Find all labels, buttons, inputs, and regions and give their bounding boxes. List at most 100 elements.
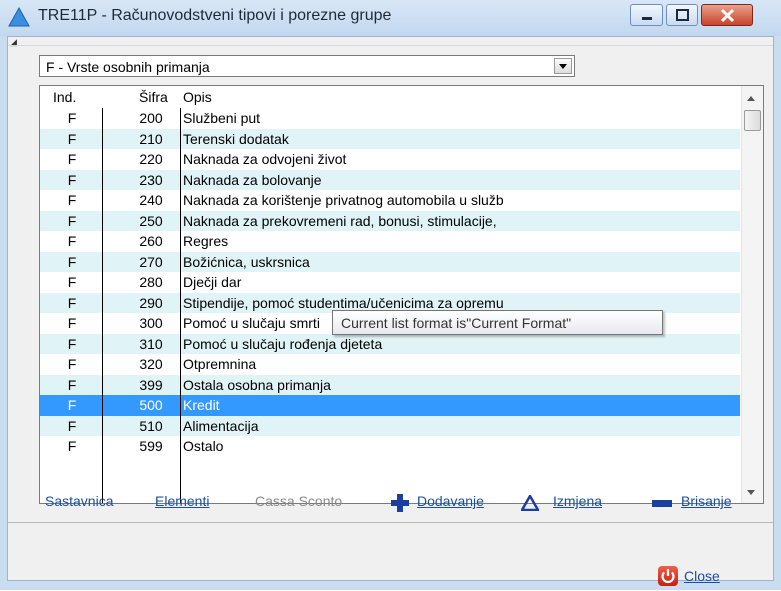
maximize-icon bbox=[676, 9, 689, 21]
cell-sifra: 320 bbox=[139, 356, 163, 372]
cell-opis: Naknada za bolovanje bbox=[183, 171, 322, 188]
scrollbar-thumb[interactable] bbox=[744, 110, 761, 131]
table-row[interactable]: F 310 Pomoć u slučaju rođenja djeteta bbox=[40, 333, 740, 354]
table-row[interactable]: F 200 Službeni put bbox=[40, 108, 740, 129]
footer-divider bbox=[7, 522, 774, 523]
cell-opis: Dječji dar bbox=[183, 274, 242, 290]
cell-opis: Ostala osobna primanja bbox=[183, 376, 331, 393]
vertical-scrollbar[interactable] bbox=[741, 86, 763, 503]
cell-opis: Alimentacija bbox=[183, 417, 259, 434]
cell-opis: Otpremnina bbox=[183, 356, 257, 372]
cell-ind: F bbox=[67, 233, 77, 249]
dropdown-button[interactable] bbox=[554, 58, 572, 74]
table-row[interactable]: F 270 Božićnica, uskrsnica bbox=[40, 251, 740, 272]
app-triangle-icon bbox=[8, 6, 30, 27]
minimize-icon bbox=[642, 17, 652, 20]
cell-opis: Božićnica, uskrsnica bbox=[183, 253, 310, 270]
records-list[interactable]: Ind. Šifra Opis F 200 Službeni put F 210 Tere… bbox=[39, 85, 764, 504]
brisanje-button[interactable]: Brisanje bbox=[681, 493, 732, 509]
cell-opis: Naknada za korištenje privatnog automobi… bbox=[183, 192, 504, 208]
table-row[interactable]: F 260 Regres bbox=[40, 231, 740, 252]
table-row[interactable]: F 240 Naknada za korištenje privatnog auto… bbox=[40, 190, 740, 211]
triangle-edit-icon[interactable] bbox=[521, 495, 539, 511]
table-row[interactable]: F 230 Naknada za bolovanje bbox=[40, 169, 740, 190]
table-row[interactable]: F 250 Naknada za prekovremeni rad, bonusi,… bbox=[40, 210, 740, 231]
filter-selected-value: F - Vrste osobnih primanja bbox=[46, 59, 210, 75]
table-row[interactable]: F 320 Otpremnina bbox=[40, 354, 740, 375]
main-window: TRE11P - Računovodstveni tipovi i porezn… bbox=[0, 0, 781, 590]
minimize-button[interactable] bbox=[630, 4, 663, 26]
elementi-button[interactable]: Elementi bbox=[155, 493, 209, 509]
column-header-ind[interactable]: Ind. bbox=[53, 89, 76, 105]
table-row[interactable]: F 280 Dječji dar bbox=[40, 272, 740, 293]
column-header-sifra[interactable]: Šifra bbox=[139, 89, 168, 105]
action-toolbar: Sastavnica Elementi Cassa Sconto Dodavan… bbox=[0, 480, 781, 520]
dodavanje-button[interactable]: Dodavanje bbox=[417, 493, 484, 509]
cell-opis: Stipendije, pomoć studentima/učenicima z… bbox=[183, 294, 504, 311]
cell-sifra: 240 bbox=[139, 192, 163, 208]
power-icon[interactable] bbox=[658, 566, 678, 586]
close-x-icon bbox=[720, 8, 735, 23]
cell-sifra: 500 bbox=[139, 397, 163, 413]
izmjena-button[interactable]: Izmjena bbox=[553, 493, 602, 509]
cell-opis: Pomoć u slučaju smrti bbox=[183, 315, 320, 331]
minus-icon[interactable] bbox=[652, 500, 672, 507]
cell-ind: F bbox=[67, 417, 77, 434]
scroll-up-icon[interactable] bbox=[747, 96, 755, 101]
table-row[interactable]: F 599 Ostalo bbox=[40, 436, 740, 457]
resize-grip-icon: ◢ bbox=[10, 37, 17, 47]
cassa-sconto-button[interactable]: Cassa Sconto bbox=[255, 493, 342, 509]
table-row[interactable]: F 510 Alimentacija bbox=[40, 415, 740, 436]
cell-ind: F bbox=[67, 438, 77, 454]
cell-ind: F bbox=[67, 130, 77, 147]
cell-sifra: 270 bbox=[139, 253, 163, 270]
cell-ind: F bbox=[67, 315, 77, 331]
cell-opis: Pomoć u slučaju rođenja djeteta bbox=[183, 335, 383, 352]
cell-ind: F bbox=[67, 335, 77, 352]
title-bar[interactable]: TRE11P - Računovodstveni tipovi i porezn… bbox=[0, 0, 781, 36]
cell-sifra: 310 bbox=[139, 335, 163, 352]
cell-opis: Naknada za odvojeni život bbox=[183, 151, 347, 167]
table-row[interactable]: F 220 Naknada za odvojeni život bbox=[40, 149, 740, 170]
cell-opis: Službeni put bbox=[183, 110, 261, 126]
maximize-button[interactable] bbox=[666, 4, 698, 26]
cell-sifra: 260 bbox=[139, 233, 163, 249]
cell-ind: F bbox=[67, 171, 77, 188]
table-row[interactable]: F 500 Kredit bbox=[40, 395, 740, 416]
cell-sifra: 290 bbox=[139, 294, 163, 311]
cell-ind: F bbox=[67, 151, 77, 167]
window-close-button[interactable] bbox=[701, 4, 753, 26]
cell-ind: F bbox=[67, 253, 77, 270]
cell-sifra: 300 bbox=[139, 315, 163, 331]
list-header: Ind. Šifra Opis bbox=[40, 86, 740, 108]
plus-icon[interactable] bbox=[391, 494, 409, 512]
cell-ind: F bbox=[67, 110, 77, 126]
column-divider bbox=[102, 108, 103, 503]
list-format-tooltip: Current list format is"Current Format" bbox=[332, 310, 663, 335]
column-divider bbox=[180, 108, 181, 503]
cell-sifra: 200 bbox=[139, 110, 163, 126]
cell-ind: F bbox=[67, 376, 77, 393]
cell-sifra: 210 bbox=[139, 130, 163, 147]
cell-ind: F bbox=[67, 212, 77, 229]
cell-sifra: 599 bbox=[139, 438, 163, 454]
power-symbol-icon bbox=[661, 569, 675, 584]
filter-dropdown[interactable]: F - Vrste osobnih primanja bbox=[39, 55, 575, 77]
sastavnica-button[interactable]: Sastavnica bbox=[45, 493, 113, 509]
tooltip-text: Current list format is"Current Format" bbox=[341, 315, 572, 331]
close-button[interactable]: Close bbox=[684, 568, 720, 584]
cell-opis: Terenski dodatak bbox=[183, 130, 289, 147]
cell-ind: F bbox=[67, 356, 77, 372]
cell-sifra: 220 bbox=[139, 151, 163, 167]
list-rows: F 200 Službeni put F 210 Terenski dodatak F 220… bbox=[40, 108, 740, 457]
top-divider bbox=[8, 45, 773, 46]
cell-sifra: 399 bbox=[139, 376, 163, 393]
table-row[interactable]: F 210 Terenski dodatak bbox=[40, 128, 740, 149]
cell-ind: F bbox=[67, 192, 77, 208]
chevron-down-icon bbox=[559, 64, 567, 69]
cell-sifra: 510 bbox=[139, 417, 163, 434]
column-header-opis[interactable]: Opis bbox=[183, 89, 212, 105]
table-row[interactable]: F 399 Ostala osobna primanja bbox=[40, 374, 740, 395]
cell-ind: F bbox=[67, 294, 77, 311]
cell-sifra: 280 bbox=[139, 274, 163, 290]
